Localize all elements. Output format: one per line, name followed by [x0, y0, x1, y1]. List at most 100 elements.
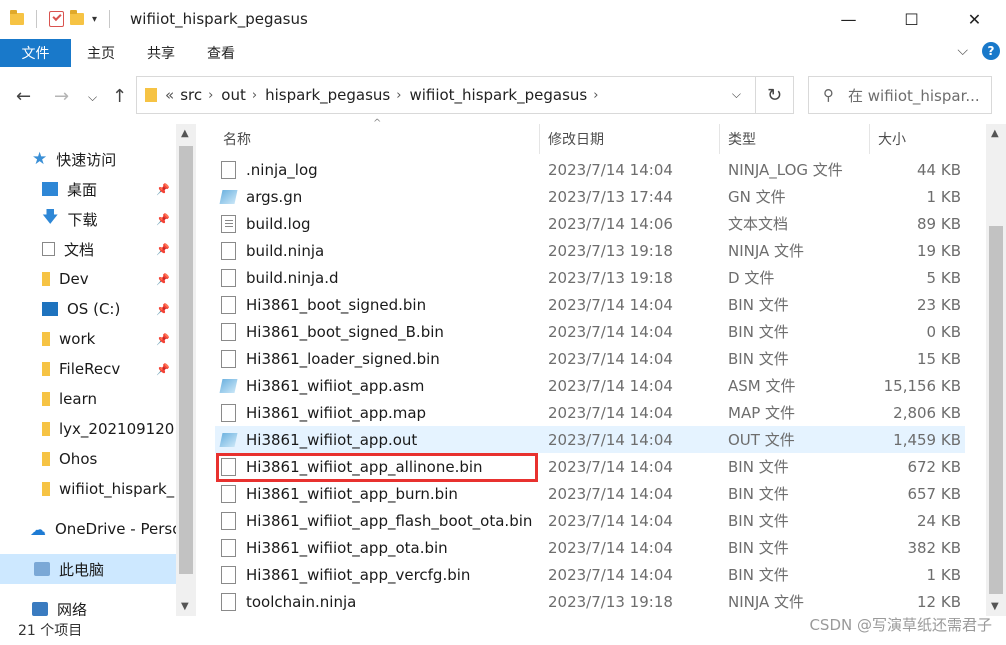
tab-home[interactable]: 主页: [71, 39, 131, 67]
file-icon: [221, 538, 236, 557]
chevron-right-icon[interactable]: ›: [208, 88, 213, 103]
new-folder-icon[interactable]: [70, 10, 84, 25]
sidebar-item-quick-access[interactable]: ★ 快速访问: [32, 144, 196, 174]
file-row[interactable]: Hi3861_wifiiot_app.out 2023/7/14 14:04 O…: [215, 426, 965, 453]
folder-icon: [42, 332, 50, 346]
column-type[interactable]: 类型: [720, 124, 870, 154]
help-icon[interactable]: ?: [982, 42, 1000, 60]
file-row[interactable]: Hi3861_wifiiot_app.asm 2023/7/14 14:04 A…: [215, 372, 965, 399]
up-button[interactable]: ↑: [112, 86, 127, 107]
file-type: NINJA_LOG 文件: [728, 161, 843, 179]
breadcrumb-wifiiot-hispark-pegasus[interactable]: wifiiot_hispark_pegasus: [409, 86, 587, 104]
tab-file[interactable]: 文件: [0, 39, 71, 67]
file-row[interactable]: .ninja_log 2023/7/14 14:04 NINJA_LOG 文件 …: [215, 156, 965, 183]
file-row[interactable]: Hi3861_boot_signed_B.bin 2023/7/14 14:04…: [215, 318, 965, 345]
file-row[interactable]: Hi3861_wifiiot_app.map 2023/7/14 14:04 M…: [215, 399, 965, 426]
document-icon: [42, 242, 55, 256]
file-row[interactable]: Hi3861_wifiiot_app_vercfg.bin 2023/7/14 …: [215, 561, 965, 588]
file-row[interactable]: Hi3861_loader_signed.bin 2023/7/14 14:04…: [215, 345, 965, 372]
pin-icon: 📌: [156, 302, 170, 316]
chevron-right-icon[interactable]: ›: [252, 88, 257, 103]
file-row[interactable]: build.log 2023/7/14 14:06 文本文档 89 KB: [215, 210, 965, 237]
sidebar-item-os-c[interactable]: OS (C:) 📌: [42, 294, 176, 324]
scroll-up-icon[interactable]: ▲: [181, 128, 189, 139]
minimize-button[interactable]: —: [817, 0, 880, 38]
address-dropdown-icon[interactable]: ⌵: [732, 87, 741, 102]
sidebar-item-network[interactable]: 网络: [32, 594, 176, 616]
column-name[interactable]: 名称: [215, 124, 540, 154]
column-size[interactable]: 大小: [870, 124, 965, 154]
sidebar-scrollbar[interactable]: ▲ ▼: [176, 124, 196, 616]
sidebar-item-wifiiot[interactable]: wifiiot_hispark_: [42, 474, 176, 504]
sidebar-item-label: wifiiot_hispark_: [59, 480, 175, 498]
properties-icon[interactable]: [49, 11, 64, 27]
file-date: 2023/7/14 14:04: [548, 565, 673, 584]
file-type: ASM 文件: [728, 377, 796, 395]
file-type: BIN 文件: [728, 323, 789, 341]
breadcrumb-overflow[interactable]: «: [165, 86, 174, 104]
recent-locations-button[interactable]: ⌵: [88, 90, 97, 105]
file-row[interactable]: toolchain.ninja 2023/7/13 19:18 NINJA 文件…: [215, 588, 965, 615]
breadcrumb-out[interactable]: out: [221, 86, 246, 104]
file-icon: [221, 295, 236, 314]
scroll-down-icon[interactable]: ▼: [991, 601, 999, 612]
file-size: 12 KB: [917, 592, 961, 611]
file-row[interactable]: Hi3861_boot_signed.bin 2023/7/14 14:04 B…: [215, 291, 965, 318]
sidebar-item-downloads[interactable]: 🡇 下载 📌: [42, 204, 176, 234]
file-date: 2023/7/14 14:04: [548, 538, 673, 557]
chevron-right-icon[interactable]: ›: [593, 88, 598, 103]
file-name: Hi3861_loader_signed.bin: [246, 349, 440, 368]
expand-ribbon-icon[interactable]: ⌵: [957, 43, 968, 59]
pin-icon: 📌: [156, 272, 170, 286]
customize-toolbar-icon[interactable]: ▾: [92, 14, 97, 25]
search-input[interactable]: ⚲ 在 wifiiot_hispar...: [808, 76, 992, 114]
address-bar[interactable]: « src › out › hispark_pegasus › wifiiot_…: [136, 76, 756, 114]
file-date: 2023/7/13 19:18: [548, 592, 673, 611]
sidebar-item-learn[interactable]: learn: [42, 384, 176, 414]
scroll-down-icon[interactable]: ▼: [181, 601, 189, 612]
scrollbar-thumb[interactable]: [179, 146, 193, 574]
sidebar-item-label: Dev: [59, 270, 89, 288]
quick-access-toolbar: ▾: [0, 10, 116, 28]
divider: [36, 10, 37, 28]
file-row[interactable]: Hi3861_wifiiot_app_flash_boot_ota.bin 20…: [215, 507, 965, 534]
script-file-icon: [219, 189, 238, 204]
chevron-right-icon[interactable]: ›: [396, 88, 401, 103]
column-date-modified[interactable]: 修改日期: [540, 124, 720, 154]
file-row[interactable]: build.ninja.d 2023/7/13 19:18 D 文件 5 KB: [215, 264, 965, 291]
file-size: 1,459 KB: [893, 430, 961, 449]
file-row[interactable]: Hi3861_wifiiot_app_ota.bin 2023/7/14 14:…: [215, 534, 965, 561]
sidebar-item-desktop[interactable]: 桌面 📌: [42, 174, 176, 204]
folder-icon: [42, 422, 50, 436]
file-type: BIN 文件: [728, 296, 789, 314]
file-size: 23 KB: [917, 295, 961, 314]
sidebar-item-dev[interactable]: Dev 📌: [42, 264, 176, 294]
file-date: 2023/7/14 14:04: [548, 295, 673, 314]
file-date: 2023/7/13 19:18: [548, 241, 673, 260]
close-button[interactable]: ✕: [943, 0, 1006, 38]
sidebar-item-filerecv[interactable]: FileRecv 📌: [42, 354, 176, 384]
file-icon: [221, 511, 236, 530]
sidebar-item-work[interactable]: work 📌: [42, 324, 176, 354]
file-date: 2023/7/14 14:04: [548, 511, 673, 530]
sidebar-item-this-pc[interactable]: 此电脑: [0, 554, 176, 584]
maximize-button[interactable]: ☐: [880, 0, 943, 38]
file-row[interactable]: build.ninja 2023/7/13 19:18 NINJA 文件 19 …: [215, 237, 965, 264]
file-icon: [221, 241, 236, 260]
file-row[interactable]: Hi3861_wifiiot_app_burn.bin 2023/7/14 14…: [215, 480, 965, 507]
breadcrumb-src[interactable]: src: [180, 86, 202, 104]
sidebar-item-lyx[interactable]: lyx_202109120: [42, 414, 176, 444]
scrollbar-thumb[interactable]: [989, 226, 1003, 594]
back-button[interactable]: ←: [16, 86, 31, 107]
tab-view[interactable]: 查看: [191, 39, 251, 67]
refresh-button[interactable]: ↻: [756, 76, 794, 114]
sidebar-item-ohos[interactable]: Ohos: [42, 444, 176, 474]
breadcrumb-hispark-pegasus[interactable]: hispark_pegasus: [265, 86, 390, 104]
scroll-up-icon[interactable]: ▲: [991, 128, 999, 139]
tab-share[interactable]: 共享: [131, 39, 191, 67]
forward-button[interactable]: →: [54, 86, 69, 107]
sidebar-item-documents[interactable]: 文档 📌: [42, 234, 176, 264]
file-list-scrollbar[interactable]: ▲ ▼: [986, 124, 1006, 616]
file-row[interactable]: args.gn 2023/7/13 17:44 GN 文件 1 KB: [215, 183, 965, 210]
sidebar-item-onedrive[interactable]: ☁ OneDrive - Perso: [30, 514, 176, 544]
